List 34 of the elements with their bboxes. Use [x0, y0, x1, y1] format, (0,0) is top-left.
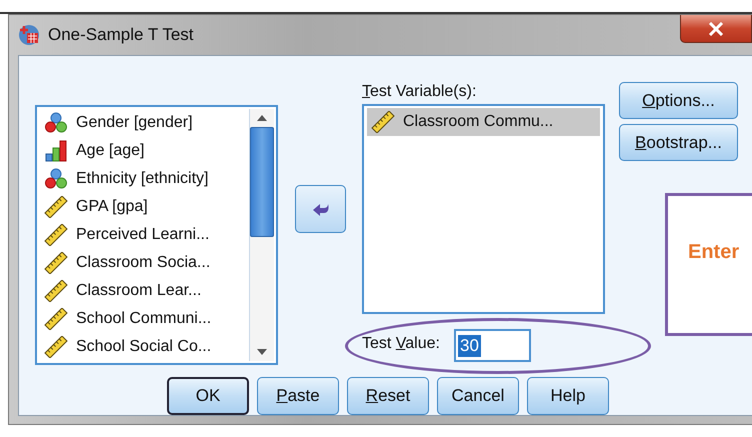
dialog-button[interactable]: Paste [257, 377, 339, 415]
arrow-icon [312, 201, 330, 217]
variable-item[interactable]: Age [age] [40, 137, 244, 165]
move-button[interactable] [295, 185, 346, 233]
app-icon [18, 24, 40, 46]
dialog-button[interactable]: Cancel [437, 377, 519, 415]
scroll-down-icon[interactable] [257, 349, 267, 355]
scroll-up-icon[interactable] [257, 115, 267, 121]
variable-item[interactable]: Classroom Lear... [40, 277, 244, 305]
variable-item[interactable]: Classroom Commu... [367, 108, 600, 136]
nominal-variable-icon [44, 168, 68, 190]
dialog-button[interactable]: Reset [347, 377, 429, 415]
dialog-button[interactable]: OK [167, 377, 249, 415]
variable-item[interactable]: Perceived Learni... [40, 221, 244, 249]
variable-item[interactable]: School Social Co... [40, 333, 244, 361]
variable-item[interactable]: Classroom Socia... [40, 249, 244, 277]
test-value-field[interactable]: 30 [454, 329, 531, 362]
test-value-label: Test Value: [362, 335, 440, 354]
scrollbar[interactable] [249, 109, 274, 361]
variable-item[interactable]: Gender [gender] [40, 109, 244, 137]
close-icon [708, 22, 724, 36]
close-button[interactable] [680, 15, 752, 43]
ordinal-variable-icon [44, 140, 68, 162]
variable-item[interactable]: School Communi... [40, 305, 244, 333]
dialog-button[interactable]: Help [527, 377, 609, 415]
variable-item[interactable]: GPA [gpa] [40, 193, 244, 221]
test-value: 30 [458, 334, 481, 356]
callout-text: Enter [688, 241, 740, 265]
variable-item[interactable]: Ethnicity [ethnicity] [40, 165, 244, 193]
dialog-button[interactable]: Options... [619, 82, 738, 119]
test-variables-label: Test Variable(s): [362, 83, 478, 102]
dialog-button[interactable]: Bootstrap... [619, 124, 738, 161]
window-title: One-Sample T Test [48, 25, 195, 45]
nominal-variable-icon [44, 112, 68, 134]
